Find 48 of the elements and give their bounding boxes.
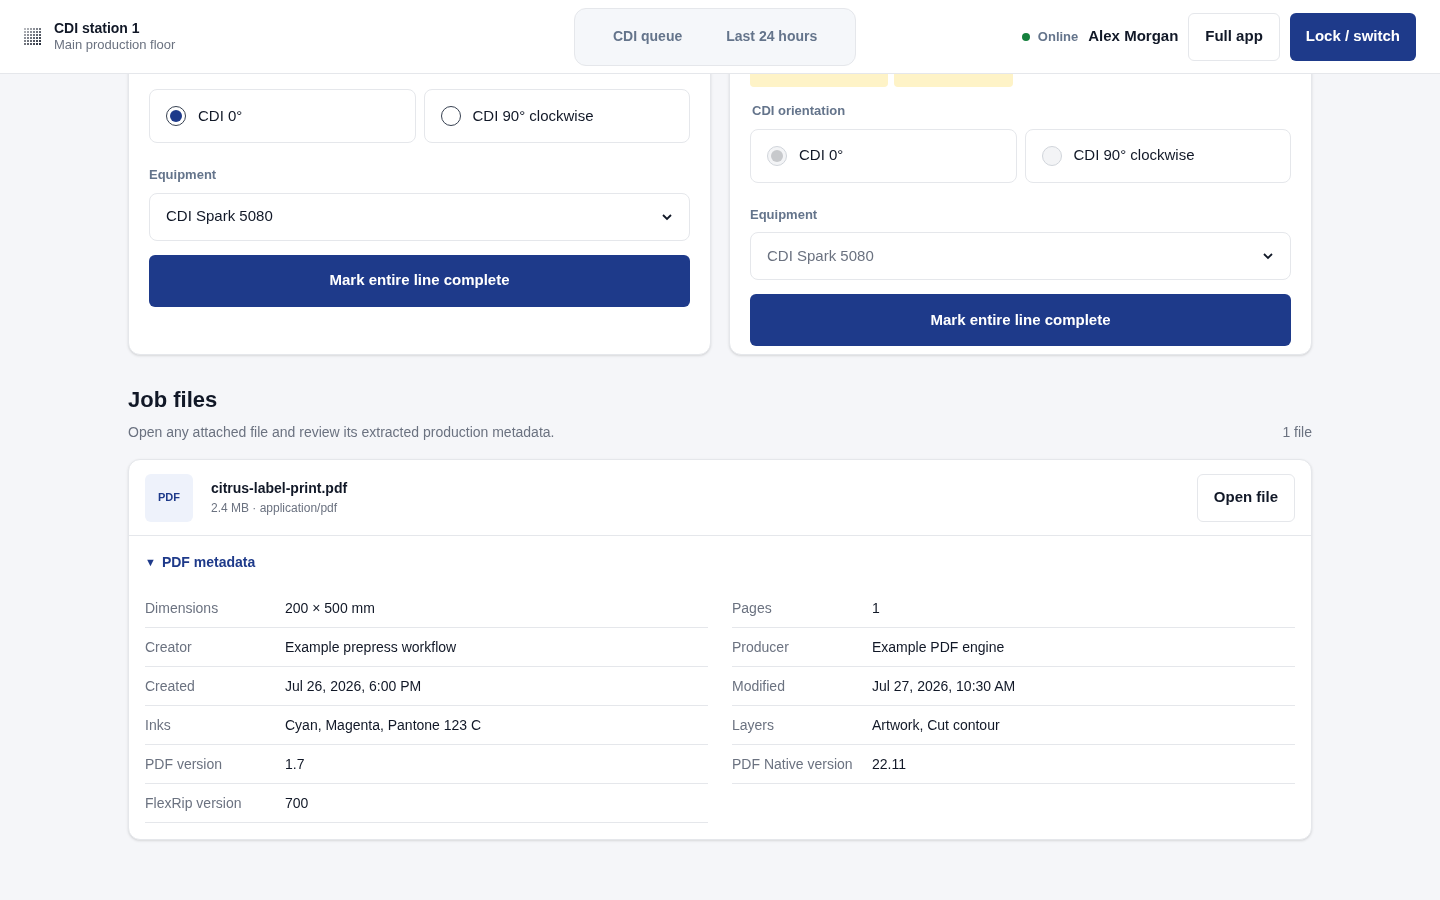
file-count: 1 file <box>1282 423 1312 442</box>
metadata-key: Layers <box>732 714 872 736</box>
field-label: Equipment <box>750 205 819 224</box>
metadata-key: Pages <box>732 597 872 619</box>
metadata-value: Jul 27, 2026, 10:30 AM <box>872 676 1016 696</box>
metadata-key: Inks <box>145 714 285 736</box>
metadata-key: Modified <box>732 675 872 697</box>
nav-tab[interactable]: CDI queue <box>591 16 705 57</box>
caret-icon: ▼ <box>145 554 156 571</box>
radio-option[interactable]: CDI 90° clockwise <box>423 89 690 143</box>
file-meta: 2.4 MB · application/pdf <box>211 500 339 517</box>
file-name: citrus-label-print.pdf <box>211 479 348 498</box>
full-app-button[interactable]: Full app <box>1188 12 1280 61</box>
user-name: Alex Morgan <box>1088 26 1179 47</box>
chevron-down-icon <box>1262 250 1274 262</box>
metadata-key: PDF Native version <box>732 753 872 775</box>
open-file-button[interactable]: Open file <box>1196 473 1295 522</box>
metadata-key: Producer <box>732 636 872 658</box>
metadata-value: 200 × 500 mm <box>285 598 375 618</box>
metadata-key: PDF version <box>145 753 285 775</box>
metadata-value: Cyan, Magenta, Pantone 123 C <box>285 715 482 735</box>
section-title: Job files <box>128 386 219 414</box>
station-title: CDI station 1 <box>54 19 141 38</box>
metadata-value: 1 <box>872 598 880 618</box>
metadata-key: Dimensions <box>145 597 285 619</box>
station-subtitle: Main production floor <box>54 37 176 54</box>
metadata-value: 1.7 <box>285 754 305 774</box>
metadata-value: Jul 26, 2026, 6:00 PM <box>285 676 422 696</box>
file-type-badge: PDF <box>145 473 193 522</box>
metadata-value: Example prepress workflow <box>285 637 457 657</box>
metadata-value: 22.11 <box>872 754 906 774</box>
lock-button[interactable]: Lock / switch <box>1289 12 1416 61</box>
field-label: Equipment <box>149 166 218 184</box>
metadata-key: Created <box>145 675 285 697</box>
grid-logo-icon <box>24 27 42 46</box>
complete-button[interactable]: Mark entire line complete <box>149 254 690 307</box>
metadata-key: Creator <box>145 636 285 658</box>
nav-tab[interactable]: Last 24 hours <box>704 16 840 57</box>
metadata-toggle[interactable]: ▼ PDF metadata <box>145 552 256 573</box>
equipment-select[interactable]: CDI Spark 5080 <box>149 192 690 241</box>
metadata-value: Example PDF engine <box>872 637 1005 657</box>
status-label: Online <box>1037 27 1079 46</box>
field-label: CDI orientation <box>751 102 847 120</box>
radio-option[interactable]: CDI 0° <box>149 89 416 143</box>
metadata-key: FlexRip version <box>145 792 285 814</box>
section-description: Open any attached file and review its extracted production metadata. <box>128 423 555 442</box>
metadata-value: 700 <box>285 793 309 813</box>
metadata-value: Artwork, Cut contour <box>872 715 1000 735</box>
